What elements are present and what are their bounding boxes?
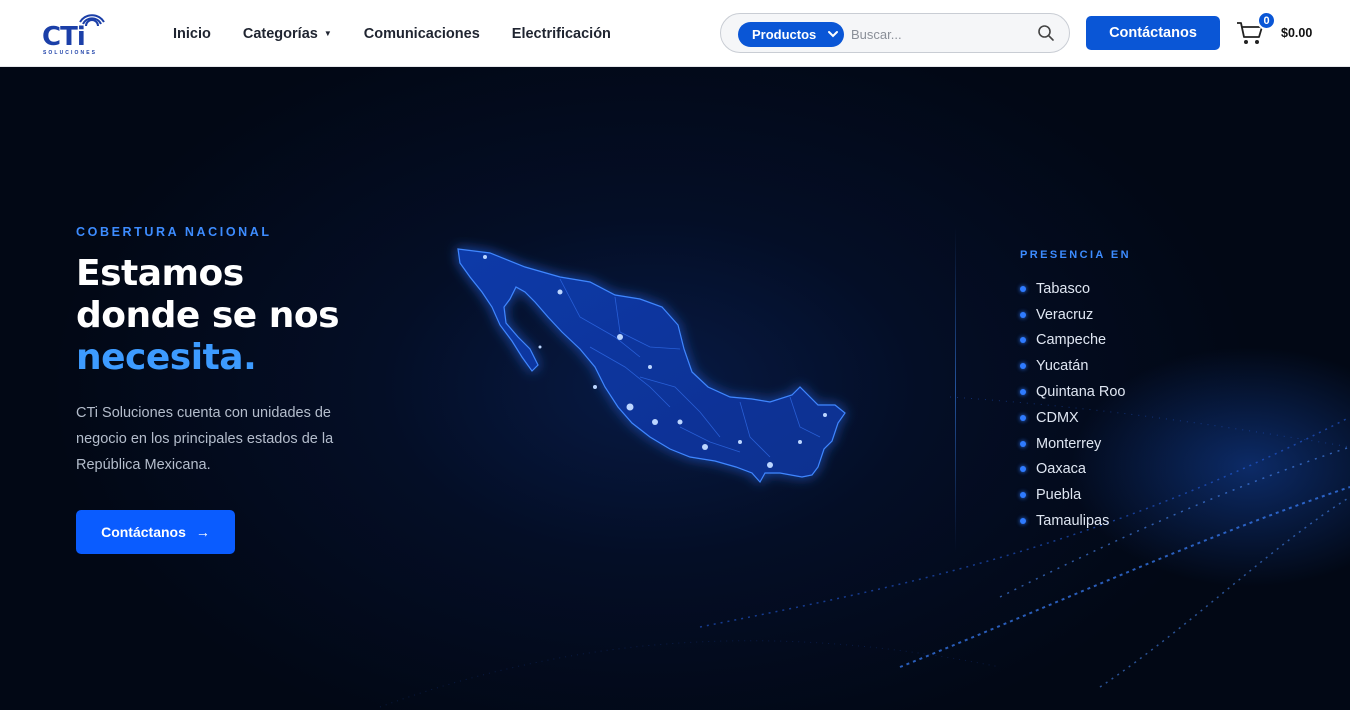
headline-line-1: Estamos [76,253,244,294]
presence-item-label: Yucatán [1036,358,1089,375]
nav-item-comunicaciones[interactable]: Comunicaciones [364,26,480,42]
hero-eyebrow: COBERTURA NACIONAL [76,225,272,239]
presence-item-label: Tabasco [1036,280,1091,297]
presence-item: Oaxaca [1020,457,1125,483]
search-icon[interactable] [1037,24,1055,42]
presence-item: Tamaulipas [1020,508,1125,534]
nav-item-label: Categorías [242,25,318,42]
search-category-label: Productos [752,27,817,42]
cart-count-badge: 0 [1257,11,1276,30]
presence-item: Veracruz [1020,302,1125,328]
presence-item: Campeche [1020,328,1125,354]
bullet-dot-icon [1020,311,1026,318]
presence-item-label: Quintana Roo [1036,384,1126,401]
nav-item-inicio[interactable]: Inicio [173,26,211,42]
section-divider [955,227,956,552]
hero-description: CTi Soluciones cuenta con unidades de ne… [76,405,334,473]
cart-total[interactable]: $0.00 [1281,26,1312,40]
presence-item: CDMX [1020,405,1125,431]
hero-headline: Estamos donde se nos necesita. [76,253,340,379]
header-contact-button[interactable]: Contáctanos [1086,16,1220,50]
headline-accent: necesita. [76,337,257,378]
bullet-dot-icon [1020,466,1026,473]
presence-item: Quintana Roo [1020,379,1125,405]
bullet-dot-icon [1020,337,1026,344]
hero-section: COBERTURA NACIONAL Estamos donde se nos … [0,67,1350,710]
search-category-select[interactable]: Productos [738,22,844,47]
presence-item-label: Tamaulipas [1036,513,1110,530]
search-bar: Productos [720,13,1070,53]
bullet-dot-icon [1020,285,1026,292]
caret-down-icon: ▼ [323,29,332,38]
bullet-dot-icon [1020,518,1026,525]
bullet-dot-icon [1020,389,1026,396]
hero-contact-button[interactable]: Contáctanos → [76,510,235,554]
logo-text: CTi [42,22,86,52]
presence-item-label: Monterrey [1036,435,1102,452]
presence-item: Tabasco [1020,276,1125,302]
presence-item-label: CDMX [1036,409,1079,426]
site-header: CTi SOLUCIONES Inicio Categorías ▼ Comun… [0,0,1350,67]
presence-item-label: Oaxaca [1036,461,1086,478]
presence-item: Puebla [1020,482,1125,508]
bullet-dot-icon [1020,363,1026,370]
arrow-right-icon: → [195,524,210,540]
hero-contact-label: Contáctanos [101,524,186,540]
nav-item-categorias[interactable]: Categorías ▼ [243,26,332,42]
bullet-dot-icon [1020,440,1026,447]
presence-item-label: Puebla [1036,487,1082,504]
mexico-map-illustration [457,248,846,484]
brand-logo[interactable]: CTi SOLUCIONES [40,8,112,58]
search-input[interactable] [851,24,1021,44]
headline-line-2: donde se nos [76,295,340,336]
main-nav: Inicio Categorías ▼ Comunicaciones Elect… [173,0,643,67]
presence-item: Monterrey [1020,431,1125,457]
nav-item-electrificacion[interactable]: Electrificación [512,26,611,42]
chevron-down-icon [828,31,838,38]
presence-title: PRESENCIA EN [1020,249,1131,261]
bullet-dot-icon [1020,492,1026,499]
presence-item-label: Campeche [1036,332,1107,349]
bullet-dot-icon [1020,414,1026,421]
presence-item-label: Veracruz [1036,306,1094,323]
presence-item: Yucatán [1020,353,1125,379]
presence-list: Tabasco Veracruz Campeche Yucatán Quinta… [1020,276,1125,534]
logo-subtext: SOLUCIONES [43,50,98,56]
